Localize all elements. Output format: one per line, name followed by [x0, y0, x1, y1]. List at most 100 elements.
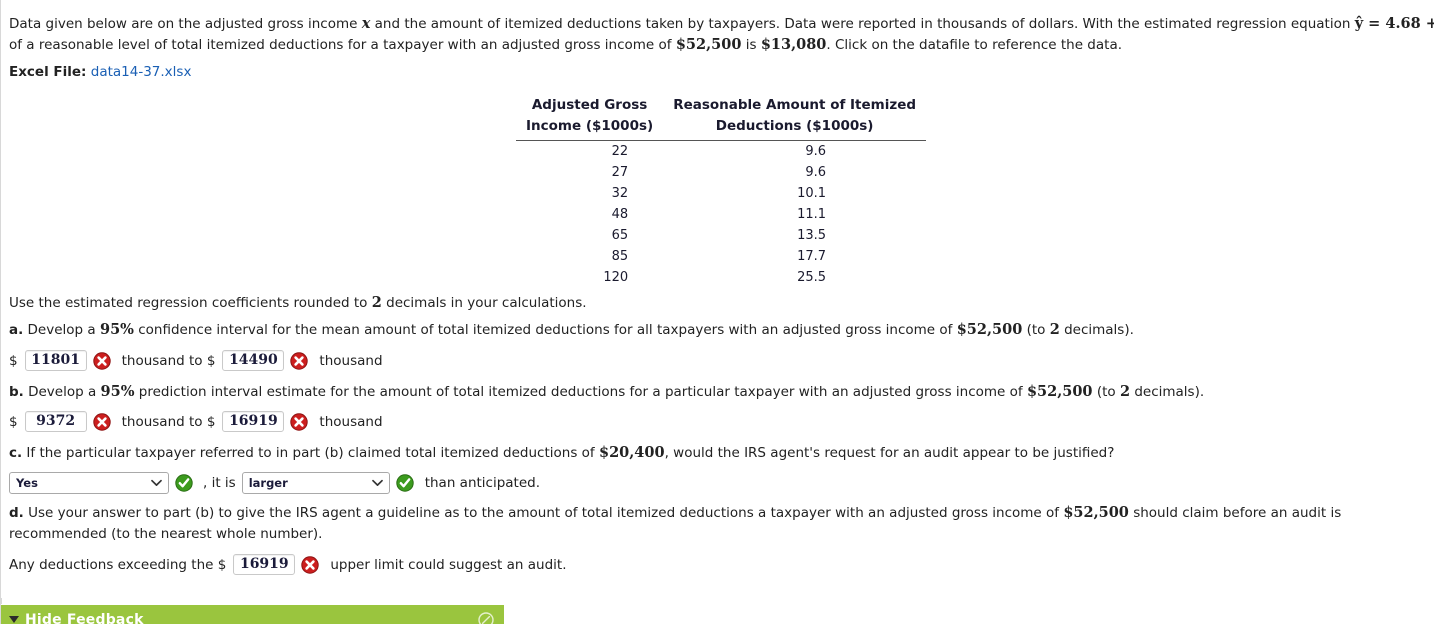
table-header-income-line2: Income ($1000s) [526, 118, 654, 134]
part-b-income: $52,500 [1026, 383, 1093, 400]
pencil-icon[interactable] [478, 611, 494, 624]
part-a-question: a. Develop a 95% confidence interval for… [1, 319, 1434, 341]
part-d-question: d. Use your answer to part (b) to give t… [1, 502, 1434, 545]
data-table: Adjusted Gross Income ($1000s) Reasonabl… [516, 94, 927, 289]
collapse-triangle-icon [9, 616, 19, 623]
table-header-deductions: Reasonable Amount of Itemized Deductions… [663, 94, 927, 141]
rounding-text-b: decimals in your calculations. [381, 295, 587, 311]
rounding-decimals: 2 [371, 294, 382, 311]
part-d-letter: d. [9, 505, 24, 521]
incorrect-icon [301, 555, 320, 574]
point-estimate-value: $13,080 [760, 36, 827, 53]
part-a-dollar-sign-lower: $ [9, 352, 18, 369]
part-b-decimals: 2 [1119, 383, 1131, 400]
part-a-decimals: 2 [1049, 321, 1060, 338]
part-c-text-1: If the particular taxpayer referred to i… [22, 445, 599, 461]
table-row: 48 11.1 [516, 204, 926, 225]
hide-feedback-bar[interactable]: Hide Feedback [1, 604, 504, 624]
excel-file-label: Excel File: [9, 64, 87, 80]
incorrect-icon [290, 351, 309, 370]
part-c-trailing-text: than anticipated. [424, 475, 541, 491]
part-c-select2-wrapper: larger smaller [241, 472, 390, 494]
table-header-deductions-line2: Deductions ($1000s) [715, 118, 874, 134]
table-row: 120 25.5 [516, 267, 926, 288]
problem-statement-line-2: of a reasonable level of total itemized … [1, 34, 1434, 56]
part-d-text-1: Use your answer to part (b) to give the … [23, 505, 1064, 521]
part-c-justified-select[interactable]: Yes No [9, 472, 169, 494]
part-b-answer-row: $ thousand to $ thousand [9, 411, 390, 432]
cell-income: 22 [611, 144, 629, 159]
cell-income: 32 [611, 186, 629, 201]
part-b-text-4: decimals). [1130, 384, 1205, 400]
part-a-trailing-text: thousand [319, 352, 383, 369]
intro-text-a: Data given below are on the adjusted gro… [9, 16, 362, 32]
part-a-middle-text: thousand to $ [121, 352, 216, 369]
table-header-income-line1: Adjusted Gross [531, 97, 648, 113]
part-c-text-2: , would the IRS agent's request for an a… [664, 445, 1115, 461]
part-c-select1-wrapper: Yes No [9, 472, 169, 494]
incorrect-icon [92, 351, 111, 370]
part-a-letter: a. [9, 322, 24, 338]
cell-deductions: 13.5 [797, 228, 827, 243]
intro-text-b: and the amount of itemized deductions ta… [370, 16, 1355, 32]
part-b-dollar-sign-lower: $ [9, 413, 18, 430]
cell-deductions: 9.6 [805, 144, 827, 159]
part-b-letter: b. [9, 384, 24, 400]
correct-icon [396, 474, 414, 492]
table-row: 32 10.1 [516, 183, 926, 204]
regression-equation: ŷ = 4.68 + 0.16x [1354, 15, 1434, 32]
part-d-answer-prefix: Any deductions exceeding the $ [9, 556, 227, 573]
cell-deductions: 17.7 [797, 249, 827, 264]
part-b-text-3: (to [1092, 384, 1120, 400]
part-b-question: b. Develop a 95% prediction interval est… [1, 381, 1434, 403]
part-a-text-2: confidence interval for the mean amount … [133, 322, 957, 338]
part-d-income: $52,500 [1063, 504, 1129, 521]
part-b-upper-input[interactable] [222, 411, 285, 432]
part-b-middle-text: thousand to $ [121, 413, 216, 430]
adjusted-gross-income-value: $52,500 [675, 36, 742, 53]
cell-income: 120 [603, 270, 629, 285]
part-c-claimed-amount: $20,400 [598, 444, 665, 461]
table-row: 65 13.5 [516, 225, 926, 246]
intro-text-d: of a reasonable level of total itemized … [9, 37, 676, 53]
question-page: Data given below are on the adjusted gro… [0, 0, 1434, 624]
data-table-body: 22 9.6 27 9.6 32 10.1 48 11.1 65 13.5 85… [516, 141, 926, 289]
part-a-upper-input[interactable] [222, 350, 285, 371]
part-a-text-1: Develop a [23, 322, 100, 338]
intro-text-e: is [741, 37, 761, 53]
rounding-text-a: Use the estimated regression coefficient… [9, 295, 372, 311]
table-header-deductions-line1: Reasonable Amount of Itemized [673, 97, 917, 113]
cell-income: 65 [611, 228, 629, 243]
part-d-limit-input[interactable] [233, 554, 296, 575]
hide-feedback-label: Hide Feedback [25, 611, 144, 624]
intro-text-f: . Click on the datafile to reference the… [826, 37, 1123, 53]
correct-icon [175, 474, 193, 492]
cell-deductions: 10.1 [797, 186, 827, 201]
part-c-letter: c. [9, 445, 23, 461]
part-b-lower-input[interactable] [24, 411, 87, 432]
part-b-confidence-level: 95% [100, 383, 135, 400]
incorrect-icon [290, 412, 309, 431]
part-c-question: c. If the particular taxpayer referred t… [1, 442, 1434, 464]
part-a-answer-row: $ thousand to $ thousand [9, 350, 390, 371]
cell-income: 85 [611, 249, 629, 264]
part-a-confidence-level: 95% [99, 321, 134, 338]
table-row: 85 17.7 [516, 246, 926, 267]
cell-income: 48 [611, 207, 629, 222]
part-c-answer-row: Yes No , it is larger smaller [9, 472, 547, 494]
part-c-between-text: , it is [203, 475, 236, 491]
cell-income: 27 [611, 165, 629, 180]
excel-file-link[interactable]: data14-37.xlsx [91, 64, 192, 80]
part-b-text-2: prediction interval estimate for the amo… [134, 384, 1027, 400]
part-a-lower-input[interactable] [24, 350, 87, 371]
rounding-instruction: Use the estimated regression coefficient… [1, 292, 1434, 314]
part-a-income: $52,500 [956, 321, 1023, 338]
incorrect-icon [92, 412, 111, 431]
cell-deductions: 9.6 [805, 165, 827, 180]
table-header-income: Adjusted Gross Income ($1000s) [516, 94, 664, 141]
problem-statement-line-1: Data given below are on the adjusted gro… [1, 13, 1434, 35]
cell-deductions: 11.1 [797, 207, 827, 222]
part-c-comparison-select[interactable]: larger smaller [241, 472, 390, 494]
part-b-text-1: Develop a [23, 384, 101, 400]
table-row: 27 9.6 [516, 162, 926, 183]
